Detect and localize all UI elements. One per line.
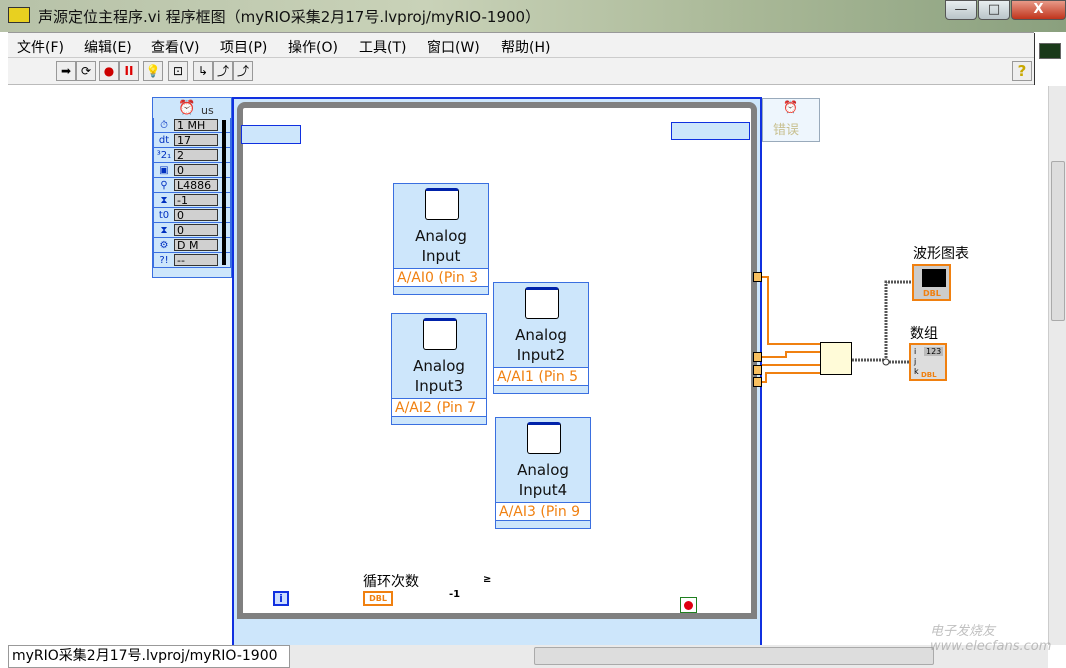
input-value[interactable]: -- (174, 254, 218, 266)
loop-count-control[interactable]: DBL (363, 591, 393, 606)
block-title: Input (421, 247, 461, 265)
priority-icon: ³2₁ (156, 149, 172, 161)
daq-icon (527, 422, 561, 454)
input-value[interactable]: 0 (174, 224, 218, 236)
waveform-chart-terminal[interactable]: DBL (912, 264, 951, 301)
clock-source-icon: ⏱ (160, 119, 168, 131)
loop-count-label: 循环次数 (363, 574, 419, 590)
block-title: Analog (515, 326, 567, 344)
error-output-label: 错误 (773, 123, 800, 138)
error-icon: ?! (159, 254, 169, 266)
scroll-thumb[interactable] (1051, 161, 1065, 321)
input-value[interactable]: D M (174, 239, 218, 251)
analog-input-block[interactable]: Analog Input A/AI0 (Pin 3 (393, 183, 489, 295)
numeric-element: 123 (924, 347, 944, 356)
mode-icon: ⚙ (159, 239, 169, 251)
block-title: Analog (415, 227, 467, 245)
dt-icon: dt (158, 134, 170, 146)
analog-input2-block[interactable]: Analog Input2 A/AI1 (Pin 5 (493, 282, 589, 394)
input-value[interactable]: 0 (174, 164, 218, 176)
analog-input4-block[interactable]: Analog Input4 A/AI3 (Pin 9 (495, 417, 591, 529)
vertical-scrollbar[interactable] (1048, 86, 1066, 645)
index-j: j (914, 357, 917, 366)
block-title: Input3 (414, 377, 464, 395)
unit-label: us (201, 104, 214, 117)
scroll-thumb[interactable] (534, 647, 934, 665)
tunnel[interactable] (753, 365, 762, 375)
clock-icon: ⏰ (178, 100, 196, 116)
name-icon: ⚲ (160, 179, 168, 191)
channel-pin[interactable]: A/AI3 (Pin 9 (496, 502, 590, 521)
index-k: k (914, 367, 919, 376)
left-data-node[interactable] (241, 125, 301, 144)
index-i: i (914, 347, 917, 356)
decrement-label: -1 (449, 589, 461, 600)
analog-input3-block[interactable]: Analog Input3 A/AI2 (Pin 7 (391, 313, 487, 425)
daq-icon (425, 188, 459, 220)
block-title: Analog (517, 461, 569, 479)
dbl-label: DBL (921, 371, 937, 379)
tunnel[interactable] (753, 272, 762, 282)
timed-loop-output-node[interactable]: ⏰ 错误 (762, 98, 820, 142)
t0-icon: t0 (158, 209, 170, 221)
timeout-icon: ⧗ (160, 224, 168, 236)
chart-icon (922, 269, 946, 287)
array-label: 数组 (910, 326, 938, 342)
clock-icon: ⏰ (783, 100, 798, 114)
clock-header: ⏰ us (153, 98, 231, 118)
compare-label: ≥ (483, 574, 492, 585)
block-title: Input4 (518, 481, 568, 499)
right-data-node[interactable] (671, 122, 750, 140)
stop-condition-terminal[interactable] (680, 597, 697, 613)
project-path: myRIO采集2月17号.lvproj/myRIO-1900 (8, 645, 290, 668)
iteration-terminal[interactable]: i (273, 591, 289, 606)
input-value[interactable]: 2 (174, 149, 218, 161)
build-array-node[interactable] (820, 342, 852, 375)
daq-icon (423, 318, 457, 350)
tunnel[interactable] (753, 377, 762, 387)
array-indicator-terminal[interactable]: i j k 123 DBL (909, 343, 947, 381)
waveform-chart-label: 波形图表 (913, 246, 969, 262)
input-value[interactable]: -1 (174, 194, 218, 206)
node-divider (222, 120, 226, 265)
tunnel[interactable] (753, 352, 762, 362)
channel-pin[interactable]: A/AI0 (Pin 3 (394, 268, 488, 287)
watermark: 电子发烧友 www.elecfans.com (930, 624, 1052, 654)
input-value[interactable]: 17 (174, 134, 218, 146)
deadline-icon: ⧗ (160, 194, 168, 206)
daq-icon (525, 287, 559, 319)
channel-pin[interactable]: A/AI1 (Pin 5 (494, 367, 588, 386)
input-value[interactable]: 0 (174, 209, 218, 221)
input-value[interactable]: 1 MH (174, 119, 218, 131)
stop-icon (684, 601, 693, 610)
input-value[interactable]: L4886 (174, 179, 218, 191)
block-title: Input2 (516, 346, 566, 364)
channel-pin[interactable]: A/AI2 (Pin 7 (392, 398, 486, 417)
processor-icon: ▣ (159, 164, 169, 176)
block-title: Analog (413, 357, 465, 375)
timed-loop-input-node[interactable]: ⏰ us ⏱ 1 MH dt 17 ³2₁ 2 ▣ 0 ⚲ L4886 ⧗ -1 t0 0 ⧗… (152, 97, 232, 278)
dbl-label: DBL (923, 289, 941, 298)
